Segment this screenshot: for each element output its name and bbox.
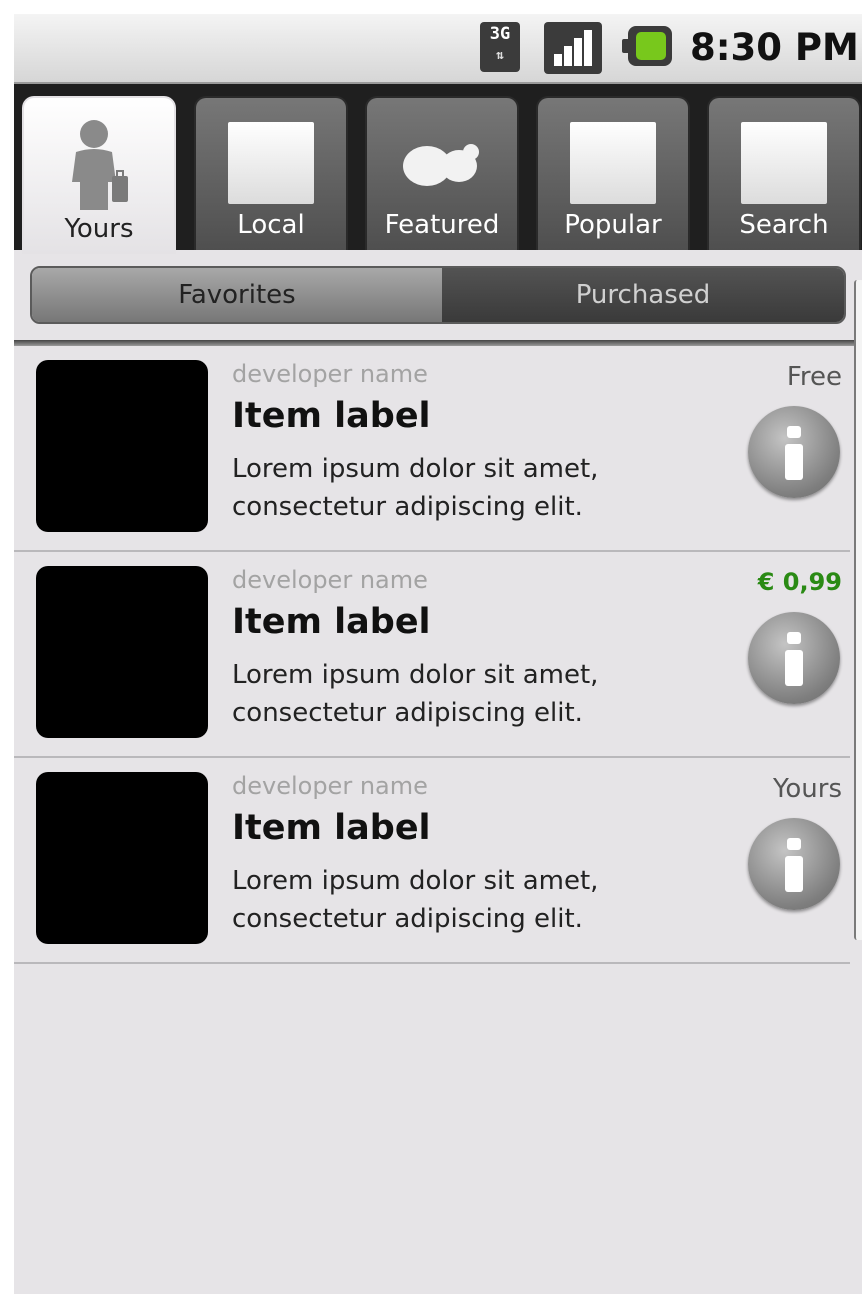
item-description: Lorem ipsum dolor sit amet, consectetur … bbox=[232, 454, 599, 522]
tab-bar: Yours Local Featured Popular Search bbox=[14, 84, 862, 254]
tab-popular[interactable]: Popular bbox=[536, 96, 690, 250]
tab-label: Local bbox=[237, 210, 305, 240]
item-description: Lorem ipsum dolor sit amet, consectetur … bbox=[232, 660, 599, 728]
network-3g-icon: 3G ⇅ bbox=[480, 22, 520, 72]
tab-local[interactable]: Local bbox=[194, 96, 348, 250]
list-item[interactable]: developer name Item label Lorem ipsum do… bbox=[14, 346, 850, 552]
placeholder-icon bbox=[741, 122, 827, 204]
item-title: Item label bbox=[232, 396, 431, 436]
item-thumbnail bbox=[36, 772, 208, 944]
scrollbar[interactable] bbox=[854, 280, 862, 940]
item-price: Free bbox=[786, 362, 842, 392]
item-description: Lorem ipsum dolor sit amet, consectetur … bbox=[232, 866, 599, 934]
item-price: Yours bbox=[772, 774, 842, 804]
status-time: 8:30 PM bbox=[690, 26, 859, 69]
info-icon[interactable] bbox=[748, 612, 840, 704]
item-title: Item label bbox=[232, 602, 431, 642]
item-title: Item label bbox=[232, 808, 431, 848]
network-type: 3G bbox=[489, 24, 511, 44]
tab-label: Featured bbox=[384, 210, 500, 240]
blob-icon bbox=[403, 144, 479, 186]
battery-icon bbox=[622, 26, 672, 66]
item-thumbnail bbox=[36, 360, 208, 532]
info-icon[interactable] bbox=[748, 818, 840, 910]
phone-screen: 3G ⇅ 8:30 PM Yours Local Featured Popula… bbox=[14, 14, 862, 1294]
tab-yours[interactable]: Yours bbox=[22, 96, 176, 254]
item-price: € 0,99 bbox=[757, 568, 842, 596]
person-icon bbox=[72, 120, 128, 210]
data-activity-icon: ⇅ bbox=[496, 48, 504, 63]
placeholder-icon bbox=[570, 122, 656, 204]
signal-strength-icon bbox=[544, 22, 602, 74]
tab-label: Search bbox=[739, 210, 829, 240]
tab-featured[interactable]: Featured bbox=[365, 96, 519, 250]
list-item[interactable]: developer name Item label Lorem ipsum do… bbox=[14, 552, 850, 758]
info-icon[interactable] bbox=[748, 406, 840, 498]
item-thumbnail bbox=[36, 566, 208, 738]
segment-favorites[interactable]: Favorites bbox=[32, 268, 442, 322]
developer-name: developer name bbox=[232, 360, 428, 388]
tab-label: Popular bbox=[564, 210, 662, 240]
developer-name: developer name bbox=[232, 566, 428, 594]
tab-search[interactable]: Search bbox=[707, 96, 861, 250]
tab-label: Yours bbox=[64, 214, 134, 244]
segment-purchased[interactable]: Purchased bbox=[442, 268, 844, 322]
item-list: developer name Item label Lorem ipsum do… bbox=[14, 346, 850, 964]
favorites-purchased-toggle: Favorites Purchased bbox=[30, 266, 846, 324]
placeholder-icon bbox=[228, 122, 314, 204]
list-item[interactable]: developer name Item label Lorem ipsum do… bbox=[14, 758, 850, 964]
developer-name: developer name bbox=[232, 772, 428, 800]
status-bar: 3G ⇅ 8:30 PM bbox=[14, 14, 862, 84]
